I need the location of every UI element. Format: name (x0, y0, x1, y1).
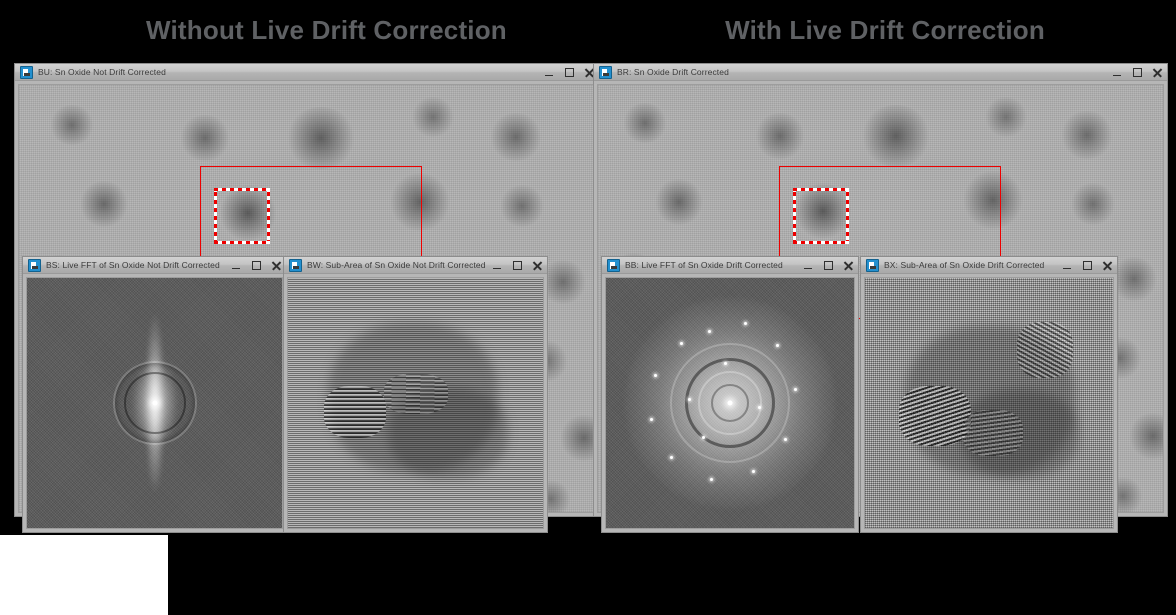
window-title-BX: BX: Sub-Area of Sn Oxide Drift Corrected (884, 260, 1045, 270)
minimize-button[interactable] (492, 260, 503, 271)
window-BS[interactable]: BS: Live FFT of Sn Oxide Not Drift Corre… (22, 256, 287, 533)
titlebar-BW[interactable]: BW: Sub-Area of Sn Oxide Not Drift Corre… (284, 257, 547, 274)
titlebar-BU[interactable]: BU: Sn Oxide Not Drift Corrected (15, 64, 599, 81)
maximize-button[interactable] (512, 260, 523, 271)
diffraction-spot (654, 374, 657, 377)
minimize-button[interactable] (1062, 260, 1073, 271)
window-BB[interactable]: BB: Live FFT of Sn Oxide Drift Corrected (601, 256, 859, 533)
fft-dc-spot (727, 400, 733, 406)
fft-canvas-BB[interactable] (605, 277, 855, 529)
titlebar-BX[interactable]: BX: Sub-Area of Sn Oxide Drift Corrected (861, 257, 1117, 274)
minimize-button[interactable] (803, 260, 814, 271)
diffraction-spot (752, 470, 755, 473)
lattice-fringe (1017, 322, 1073, 378)
window-title-BB: BB: Live FFT of Sn Oxide Drift Corrected (625, 260, 783, 270)
heading-right: With Live Drift Correction (725, 15, 1045, 45)
diffraction-spot (688, 398, 691, 401)
window-icon (866, 258, 879, 272)
diffraction-spot (670, 456, 673, 459)
lattice-fringe (384, 374, 448, 414)
window-controls-BR (1112, 64, 1163, 81)
subarea-image-corrected (865, 278, 1113, 528)
titlebar-BR[interactable]: BR: Sn Oxide Drift Corrected (594, 64, 1167, 81)
window-icon (599, 65, 612, 79)
diffraction-spot (710, 478, 713, 481)
maximize-button[interactable] (823, 260, 834, 271)
window-BX[interactable]: BX: Sub-Area of Sn Oxide Drift Corrected (860, 256, 1118, 533)
fft-canvas-BS[interactable] (26, 277, 283, 529)
window-controls-BB (803, 257, 854, 274)
maximize-button[interactable] (1132, 67, 1143, 78)
fft-dc-spot (152, 400, 157, 406)
maximize-button[interactable] (564, 67, 575, 78)
close-icon[interactable] (1152, 67, 1163, 78)
lattice-fringe (899, 386, 971, 446)
diffraction-spot (776, 344, 779, 347)
diffraction-spot (724, 362, 727, 365)
close-icon[interactable] (1102, 260, 1113, 271)
maximize-button[interactable] (251, 260, 262, 271)
sub-area-selection-box[interactable] (793, 188, 849, 244)
titlebar-BS[interactable]: BS: Live FFT of Sn Oxide Not Drift Corre… (23, 257, 286, 274)
diffraction-spot (794, 388, 797, 391)
close-icon[interactable] (271, 260, 282, 271)
window-controls-BX (1062, 257, 1113, 274)
diffraction-spot (744, 322, 747, 325)
window-BW[interactable]: BW: Sub-Area of Sn Oxide Not Drift Corre… (283, 256, 548, 533)
window-icon (28, 258, 41, 272)
diffraction-spot (758, 406, 761, 409)
screenshot-root: Without Live Drift Correction With Live … (0, 0, 1176, 615)
diffraction-spot (680, 342, 683, 345)
lattice-fringe (324, 386, 386, 438)
diffraction-spot (784, 438, 787, 441)
window-title-BW: BW: Sub-Area of Sn Oxide Not Drift Corre… (307, 260, 486, 270)
backdrop-bottom (168, 535, 1176, 615)
window-icon (607, 258, 620, 272)
window-controls-BW (492, 257, 543, 274)
fft-image-corrected (606, 278, 854, 528)
window-icon (289, 258, 302, 272)
heading-left: Without Live Drift Correction (146, 15, 507, 45)
window-controls-BU (544, 64, 595, 81)
close-icon[interactable] (532, 260, 543, 271)
maximize-button[interactable] (1082, 260, 1093, 271)
subarea-canvas-BW[interactable] (287, 277, 544, 529)
titlebar-BB[interactable]: BB: Live FFT of Sn Oxide Drift Corrected (602, 257, 858, 274)
diffraction-spot (702, 436, 705, 439)
sub-area-selection-box[interactable] (214, 188, 270, 244)
minimize-button[interactable] (231, 260, 242, 271)
minimize-button[interactable] (544, 67, 555, 78)
diffraction-spot (650, 418, 653, 421)
diffraction-spot (708, 330, 711, 333)
window-icon (20, 65, 33, 79)
subarea-canvas-BX[interactable] (864, 277, 1114, 529)
window-controls-BS (231, 257, 282, 274)
window-title-BR: BR: Sn Oxide Drift Corrected (617, 67, 729, 77)
fft-image-uncorrected (27, 278, 282, 528)
subarea-image-uncorrected (288, 278, 543, 528)
close-icon[interactable] (843, 260, 854, 271)
window-title-BS: BS: Live FFT of Sn Oxide Not Drift Corre… (46, 260, 220, 270)
minimize-button[interactable] (1112, 67, 1123, 78)
lattice-fringe (963, 410, 1023, 456)
window-title-BU: BU: Sn Oxide Not Drift Corrected (38, 67, 166, 77)
